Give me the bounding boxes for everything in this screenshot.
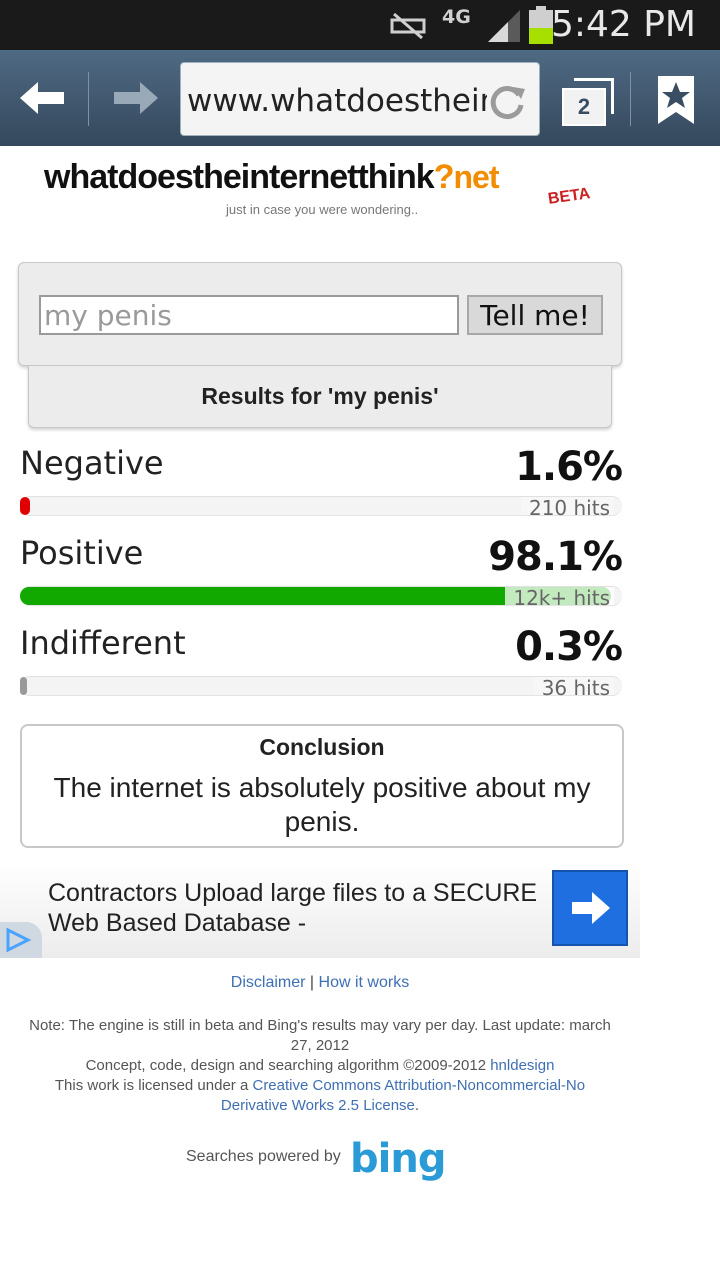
- toolbar-divider: [630, 72, 631, 126]
- result-label: Negative: [20, 444, 164, 482]
- result-hits: 36 hits: [533, 677, 614, 699]
- result-indifferent: Indifferent 0.3% 36 hits: [20, 624, 623, 704]
- mute-icon: [390, 12, 426, 40]
- powered-by-text: Searches powered by: [186, 1148, 341, 1165]
- clock: 5:42 PM: [550, 4, 696, 45]
- credits-line: Concept, code, design and searching algo…: [20, 1056, 620, 1076]
- address-bar[interactable]: www.whatdoestheinternetthink.net: [180, 62, 540, 136]
- disclaimer-link[interactable]: Disclaimer: [231, 974, 306, 991]
- ad-text[interactable]: Contractors Upload large files to a SECU…: [48, 878, 548, 938]
- conclusion-text: The internet is absolutely positive abou…: [53, 772, 591, 837]
- adchoices-icon: [6, 927, 32, 953]
- result-negative: Negative 1.6% 210 hits: [20, 444, 623, 524]
- bing-logo[interactable]: bing: [350, 1136, 446, 1182]
- license-period: .: [414, 1097, 420, 1114]
- license-link[interactable]: Creative Commons Attribution-Noncommerci…: [221, 1077, 585, 1114]
- logo-question: ?: [433, 158, 455, 196]
- result-percent: 98.1%: [488, 534, 623, 580]
- footer-note: Note: The engine is still in beta and Bi…: [20, 1016, 620, 1116]
- logo-net: net: [453, 159, 499, 195]
- network-4g-icon: 4G: [442, 6, 471, 28]
- tagline: just in case you were wondering..: [226, 202, 419, 217]
- results-header: Results for 'my penis': [28, 366, 612, 428]
- tabs-count[interactable]: 2: [562, 88, 606, 126]
- license-line: This work is licensed under a Creative C…: [20, 1076, 620, 1116]
- footer-links: Disclaimer | How it works: [0, 974, 640, 992]
- arrow-right-icon: [572, 892, 610, 924]
- result-label: Positive: [20, 534, 144, 572]
- search-panel: Tell me!: [18, 262, 622, 366]
- beta-badge: BETA: [546, 185, 592, 208]
- toolbar-divider: [88, 72, 89, 126]
- adchoices-badge[interactable]: [0, 922, 42, 958]
- search-input[interactable]: [39, 295, 459, 335]
- forward-arrow-icon[interactable]: [112, 80, 158, 116]
- result-label: Indifferent: [20, 624, 186, 662]
- result-bar: 12k+ hits: [20, 586, 622, 609]
- tell-me-button[interactable]: Tell me!: [467, 295, 603, 335]
- site-logo[interactable]: whatdoestheinternetthink?net: [44, 158, 499, 197]
- conclusion-title: Conclusion: [259, 734, 385, 760]
- result-hits: 12k+ hits: [505, 587, 614, 609]
- result-percent: 1.6%: [515, 444, 623, 490]
- browser-toolbar: www.whatdoestheinternetthink.net 2: [0, 50, 720, 146]
- logo-main: whatdoestheinternetthink: [44, 158, 435, 196]
- hnldesign-link[interactable]: hnldesign: [490, 1057, 554, 1074]
- result-percent: 0.3%: [515, 624, 623, 670]
- refresh-icon[interactable]: [487, 81, 527, 121]
- result-bar-fill: [20, 497, 30, 515]
- url-text[interactable]: www.whatdoestheinternetthink.net: [187, 83, 487, 119]
- ad-banner[interactable]: Contractors Upload large files to a SECU…: [0, 860, 640, 958]
- ad-arrow-button[interactable]: [552, 870, 628, 946]
- back-arrow-icon[interactable]: [20, 80, 66, 116]
- beta-note: Note: The engine is still in beta and Bi…: [29, 1017, 611, 1054]
- signal-icon: [488, 10, 520, 42]
- status-bar: 4G 5:42 PM: [0, 0, 720, 50]
- result-bar-fill: [20, 677, 27, 695]
- result-hits: 210 hits: [520, 497, 614, 519]
- license-text: This work is licensed under a: [54, 1077, 249, 1094]
- conclusion-box: Conclusion The internet is absolutely po…: [20, 724, 624, 848]
- credits-text: Concept, code, design and searching algo…: [85, 1057, 487, 1074]
- bookmark-star-icon[interactable]: [656, 74, 696, 126]
- footer-separator: |: [309, 974, 315, 991]
- result-bar: 36 hits: [20, 676, 622, 699]
- result-bar: 210 hits: [20, 496, 622, 519]
- how-it-works-link[interactable]: How it works: [319, 974, 410, 991]
- result-positive: Positive 98.1% 12k+ hits: [20, 534, 623, 614]
